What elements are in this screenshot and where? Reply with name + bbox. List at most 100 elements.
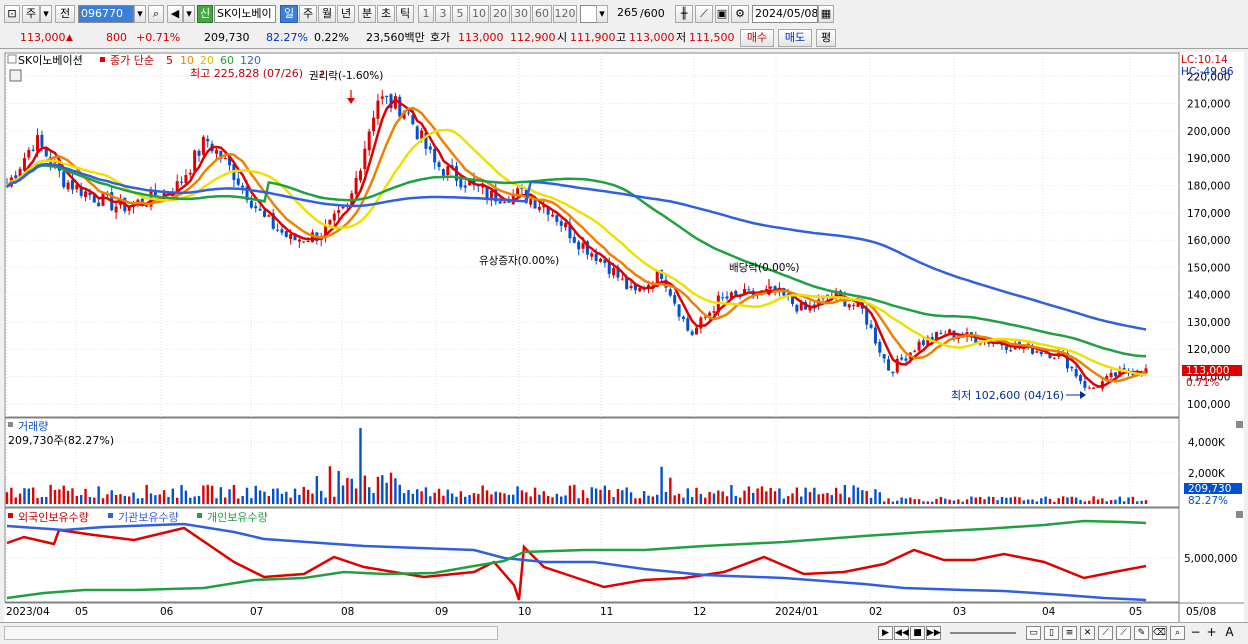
count-20[interactable]: 20 [490,5,510,23]
interval-week[interactable]: 주 [299,5,317,23]
candle-body [97,202,101,207]
speaker-icon[interactable]: ◀ [167,5,183,23]
calendar-icon[interactable]: ▦ [818,5,834,23]
draw-tool-icon[interactable]: ⟋ [695,5,713,23]
volume-bar [14,497,17,504]
settings-icon[interactable]: ⚙ [731,5,749,23]
volume-bar [88,497,92,504]
count-3[interactable]: 3 [435,5,451,23]
volume-bar [184,490,188,504]
chevron-down-icon[interactable]: ▾ [40,5,52,23]
line-icon[interactable]: ⟋ [1116,626,1131,640]
stock-name-field[interactable]: SK이노베이 [214,5,276,23]
candle-body [629,286,633,289]
fast-forward-icon[interactable]: ▶▶ [926,626,941,640]
volume-bar [315,476,319,504]
zoom-out-icon[interactable]: − [1188,626,1203,640]
zoom-in-icon[interactable]: + [1204,626,1219,640]
candle-body [747,289,751,291]
volume-last-pct: 82.27% [1188,495,1228,507]
low-label: 저 [676,31,687,44]
count-1[interactable]: 1 [418,5,434,23]
bar-count-input[interactable]: 265 [612,5,640,23]
volume-bar [1136,501,1139,504]
interval-month[interactable]: 월 [318,5,336,23]
eval-button[interactable]: 평 [816,29,836,47]
count-5[interactable]: 5 [452,5,468,23]
scroll-right-icon[interactable]: ▶ [878,626,893,640]
interval-tick[interactable]: 틱 [396,5,414,23]
volume-bar [468,494,471,504]
x-tick-label: 05/08 [1186,606,1216,618]
volume-bar [93,497,96,504]
sell-button[interactable]: 매도 [778,29,812,47]
candle-body [673,295,677,304]
candle-body [638,287,642,292]
volume-bar [424,487,428,504]
stock-code-input[interactable]: 096770 [78,5,134,23]
chart-area[interactable]: 100,000 110,000 120,000 130,000 140,000 150,0… [4,52,1244,622]
low-note: 최저 102,600 (04/16) [951,389,1064,402]
candle-body [258,208,262,211]
candle-body [328,219,332,225]
chart-scrollbar[interactable] [4,626,498,640]
crosshair-icon[interactable]: ✕ [1080,626,1095,640]
window-icon[interactable]: ⊡ [4,5,20,23]
trade-amount: 23,560백만 [366,31,425,44]
auto-scale-icon[interactable]: A [1222,626,1237,640]
search-icon[interactable]: ⌕ [148,5,164,23]
legend-ma20: 20 [200,54,214,67]
count-10[interactable]: 10 [469,5,489,23]
table-icon[interactable] [9,69,22,82]
date-input[interactable]: 2024/05/08 [752,5,818,23]
interval-year[interactable]: 년 [337,5,355,23]
price-tick-label: 200,000 [1187,126,1230,138]
save-icon[interactable]: ▣ [715,5,729,23]
layout-icon[interactable]: ▭ [1026,626,1041,640]
zoom-icon[interactable]: ⌕ [1170,626,1185,640]
split-icon[interactable]: ▯ [1044,626,1059,640]
volume-bar [1048,498,1052,504]
prev-button[interactable]: 전 [55,5,75,23]
stop-icon[interactable]: ■ [910,626,925,640]
eraser-icon[interactable]: ⌫ [1152,626,1167,640]
candle-body [241,185,245,188]
interval-minute[interactable]: 분 [358,5,376,23]
volume-bar [450,493,454,504]
drawing-icon[interactable]: ✎ [1134,626,1149,640]
volume-bar [210,485,214,504]
count-30[interactable]: 30 [511,5,531,23]
rewind-icon[interactable]: ◀◀ [894,626,909,640]
candle-body [1052,357,1056,359]
volume-panel-close-icon[interactable] [1236,421,1243,428]
volume-bar [477,493,480,504]
period-unit-select[interactable]: 주 [22,5,40,23]
speaker-dropdown-icon[interactable]: ▾ [183,5,195,23]
volume-bar [132,492,135,504]
candle-body [70,180,74,190]
interval-second[interactable]: 초 [377,5,395,23]
candle-body [572,236,576,243]
volume-bar [1057,498,1060,504]
trend-icon[interactable]: ⟋ [1098,626,1113,640]
compare-icon[interactable]: ≡ [1062,626,1077,640]
volume-bar [926,501,930,504]
candle-body [36,135,40,152]
investor-panel-close-icon[interactable] [1236,511,1243,518]
volume-bar [564,495,567,504]
code-dropdown-icon[interactable]: ▾ [134,5,146,23]
volume-bar [306,489,310,504]
interval-day[interactable]: 일 [280,5,298,23]
candle-body [463,185,467,188]
price-tick-label: 210,000 [1187,99,1230,111]
count-120[interactable]: 120 [553,5,577,23]
zoom-slider[interactable] [950,632,1016,634]
candle-type-icon[interactable]: ╫ [675,5,693,23]
custom-count-dropdown-icon[interactable]: ▾ [596,5,608,23]
volume-value-label: 209,730주(82.27%) [8,434,114,447]
chart-svg[interactable]: 100,000110,000120,000130,000140,000150,0… [4,52,1244,622]
buy-button[interactable]: 매수 [740,29,774,47]
volume-bar [813,487,816,504]
count-60[interactable]: 60 [532,5,552,23]
volume-bar [481,485,484,504]
